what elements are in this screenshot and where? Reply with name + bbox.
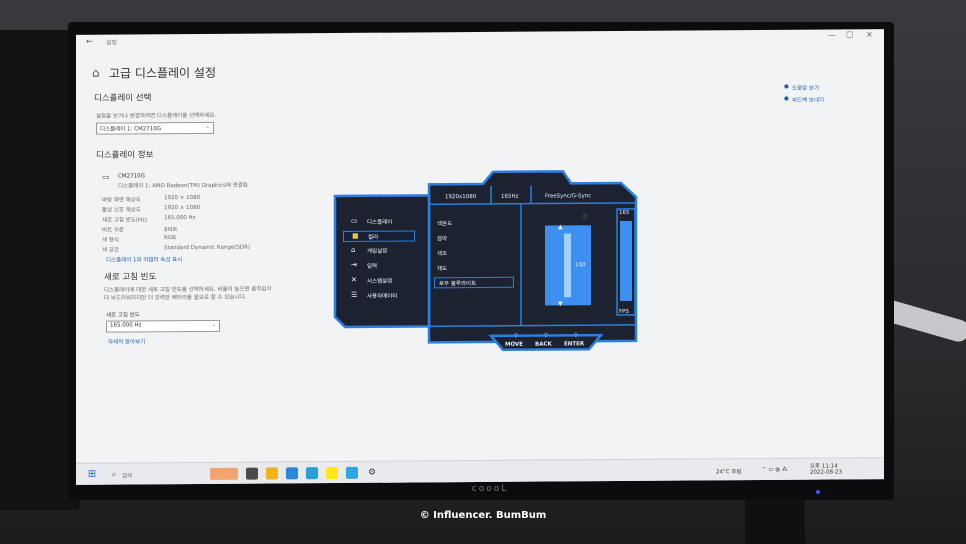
- close-button[interactable]: ✕: [866, 30, 873, 39]
- tools-icon: ✕: [351, 275, 357, 284]
- move-icon: ✥: [513, 331, 519, 340]
- osd-menu-input[interactable]: ⇥ 입력: [343, 260, 415, 272]
- osd-slider-value: 100: [575, 262, 586, 269]
- refresh-rate-dropdown[interactable]: 165.000 Hz ⌄: [106, 319, 220, 333]
- osd-menu-system[interactable]: ✕ 시스템설정: [343, 275, 415, 287]
- task-view-icon[interactable]: [246, 467, 258, 480]
- info-label: 비트 수준: [102, 227, 124, 234]
- search-icon[interactable]: ⌕: [108, 469, 120, 481]
- taskbar-widget-icon[interactable]: [210, 467, 238, 480]
- osd-back-label: BACK: [535, 341, 552, 348]
- display-info-heading: 디스플레이 정보: [96, 150, 154, 161]
- settings-gear-icon[interactable]: ⚙: [366, 467, 378, 479]
- osd-menu-custom[interactable]: ☰ 사용자메이터: [343, 290, 415, 302]
- power-led: [816, 490, 820, 494]
- info-value: 165.000 Hz: [164, 214, 196, 222]
- osd-menu-label: 시스템설정: [367, 278, 393, 285]
- osd-slider-fill: [564, 233, 571, 298]
- maximize-button[interactable]: ☐: [846, 30, 853, 39]
- folder-icon[interactable]: [266, 467, 278, 480]
- page-title: 고급 디스플레이 설정: [109, 65, 216, 81]
- help-link[interactable]: 도움말 보기: [792, 84, 819, 92]
- store-icon[interactable]: [286, 467, 298, 480]
- info-label: 바탕 화면 해상도: [102, 197, 141, 204]
- info-value: 1920 × 1080: [164, 194, 201, 202]
- feedback-link[interactable]: 피드백 보내기: [792, 96, 824, 104]
- osd-slider-down-icon: ▼: [558, 300, 563, 308]
- osd-resolution: 1920x1080: [445, 194, 477, 201]
- osd-menu-label: 사용자메이터: [367, 293, 398, 300]
- display-select-heading: 디스플레이 선택: [94, 93, 152, 104]
- info-label: 색 공간: [102, 247, 119, 254]
- monitor-connection: 디스플레이 1: AMD Radeon(TM) Graphics에 연결됨: [118, 182, 248, 190]
- back-icon: ✥: [543, 331, 549, 340]
- windows-start-icon[interactable]: ⊞: [86, 469, 98, 481]
- display-dropdown[interactable]: 디스플레이 1: CM2710G ⌄: [96, 121, 214, 135]
- info-label: 새로 고침 빈도(Hz): [102, 217, 148, 224]
- info-value: 1920 × 1080: [164, 204, 201, 212]
- osd-move-label: MOVE: [505, 341, 524, 348]
- osd-menu-game[interactable]: ⌂ 게임설정: [343, 245, 415, 257]
- edge-icon[interactable]: [306, 467, 318, 480]
- osd-refresh: 165Hz: [501, 193, 519, 200]
- monitor-name: CM2710G: [118, 173, 145, 180]
- osd-sub-low-blue-light[interactable]: 로우 블루라이트: [434, 276, 514, 289]
- osd-menu-label: 디스플레이: [367, 219, 393, 226]
- refresh-rate-value: 165.000 Hz: [110, 322, 142, 329]
- adapter-properties-link[interactable]: 디스플레이 1의 어댑터 속성 표시: [106, 255, 182, 264]
- back-arrow-icon[interactable]: ←: [86, 37, 93, 46]
- osd-sub-saturation[interactable]: 채도: [437, 264, 447, 272]
- brand-logo: coooL: [471, 484, 509, 494]
- info-value: 8비트: [164, 227, 178, 234]
- screen: ← 설정 — ☐ ✕ ⌂ 고급 디스플레이 설정 ● 도움말 보기 ● 피드백 …: [76, 29, 884, 485]
- osd-fps-value: 165: [619, 209, 630, 217]
- osd-menu-label: 게임설정: [367, 248, 388, 255]
- kakaotalk-icon[interactable]: [326, 466, 338, 480]
- refresh-heading: 새로 고침 빈도: [104, 272, 157, 283]
- gamepad-icon: ⌂: [351, 245, 356, 254]
- help-icon: ●: [784, 83, 789, 90]
- enter-icon: ✥: [573, 331, 579, 340]
- osd-sub-gamma[interactable]: 감마: [437, 234, 447, 242]
- display-icon: ▭: [351, 216, 358, 225]
- osd-slider-up-icon: ▲: [558, 223, 563, 231]
- osd-frame: [333, 170, 638, 352]
- chevron-down-icon: ⌄: [205, 123, 210, 130]
- minimize-button[interactable]: —: [828, 31, 836, 40]
- learn-more-link[interactable]: 자세히 알아보기: [108, 337, 145, 345]
- refresh-desc-line2: 더 부드러워지지만 더 강력한 배터리를 필요로 할 수 있습니다.: [104, 294, 247, 302]
- taskbar-search-label[interactable]: 검색: [122, 471, 132, 479]
- osd-menu-color[interactable]: ■ 컬러: [343, 230, 415, 242]
- input-icon: ⇥: [351, 260, 357, 269]
- info-value: Standard Dynamic Range(SDR): [164, 244, 251, 252]
- feedback-icon: ●: [784, 95, 789, 102]
- info-value: RGB: [164, 235, 176, 242]
- clock-date[interactable]: 2022-08-23: [810, 469, 842, 475]
- osd-sync: FreeSync/G-Sync: [545, 193, 592, 200]
- monitor-osd: 1920x1080 165Hz FreeSync/G-Sync 165 FPS …: [331, 165, 644, 353]
- refresh-field-label: 새로 고침 빈도: [106, 312, 140, 319]
- chevron-down-icon: ⌄: [211, 321, 216, 328]
- osd-menu-display[interactable]: ▭ 디스플레이: [343, 216, 415, 228]
- osd-enter-label: ENTER: [564, 341, 585, 348]
- clock-time[interactable]: 오후 11:14: [810, 462, 838, 470]
- info-label: 활성 신호 해상도: [102, 207, 141, 214]
- osd-fps-label: FPS: [619, 308, 629, 316]
- weather-widget[interactable]: 24°C 흐림: [716, 467, 741, 475]
- watermark: © Influencer. BumBum: [419, 510, 547, 521]
- sliders-icon: ☰: [351, 290, 358, 299]
- osd-menu-label: 입력: [367, 263, 378, 270]
- monitor-icon: ▭: [102, 172, 110, 182]
- app-icon[interactable]: [346, 466, 358, 479]
- display-select-desc: 설정을 보거나 변경하려면 디스플레이를 선택하세요.: [96, 112, 217, 120]
- color-icon: ■: [352, 231, 359, 240]
- display-dropdown-value: 디스플레이 1: CM2710G: [100, 126, 161, 133]
- osd-sub-color-temp[interactable]: 색온도: [437, 219, 452, 227]
- osd-sub-hue[interactable]: 색조: [437, 249, 447, 257]
- home-icon[interactable]: ⌂: [92, 66, 100, 80]
- tray-icons[interactable]: ⌃ ▭ ◍ ⁂: [762, 467, 787, 473]
- window-title: 설정: [106, 39, 118, 47]
- osd-menu-label: 컬러: [368, 234, 379, 241]
- info-label: 색 형식: [102, 237, 119, 244]
